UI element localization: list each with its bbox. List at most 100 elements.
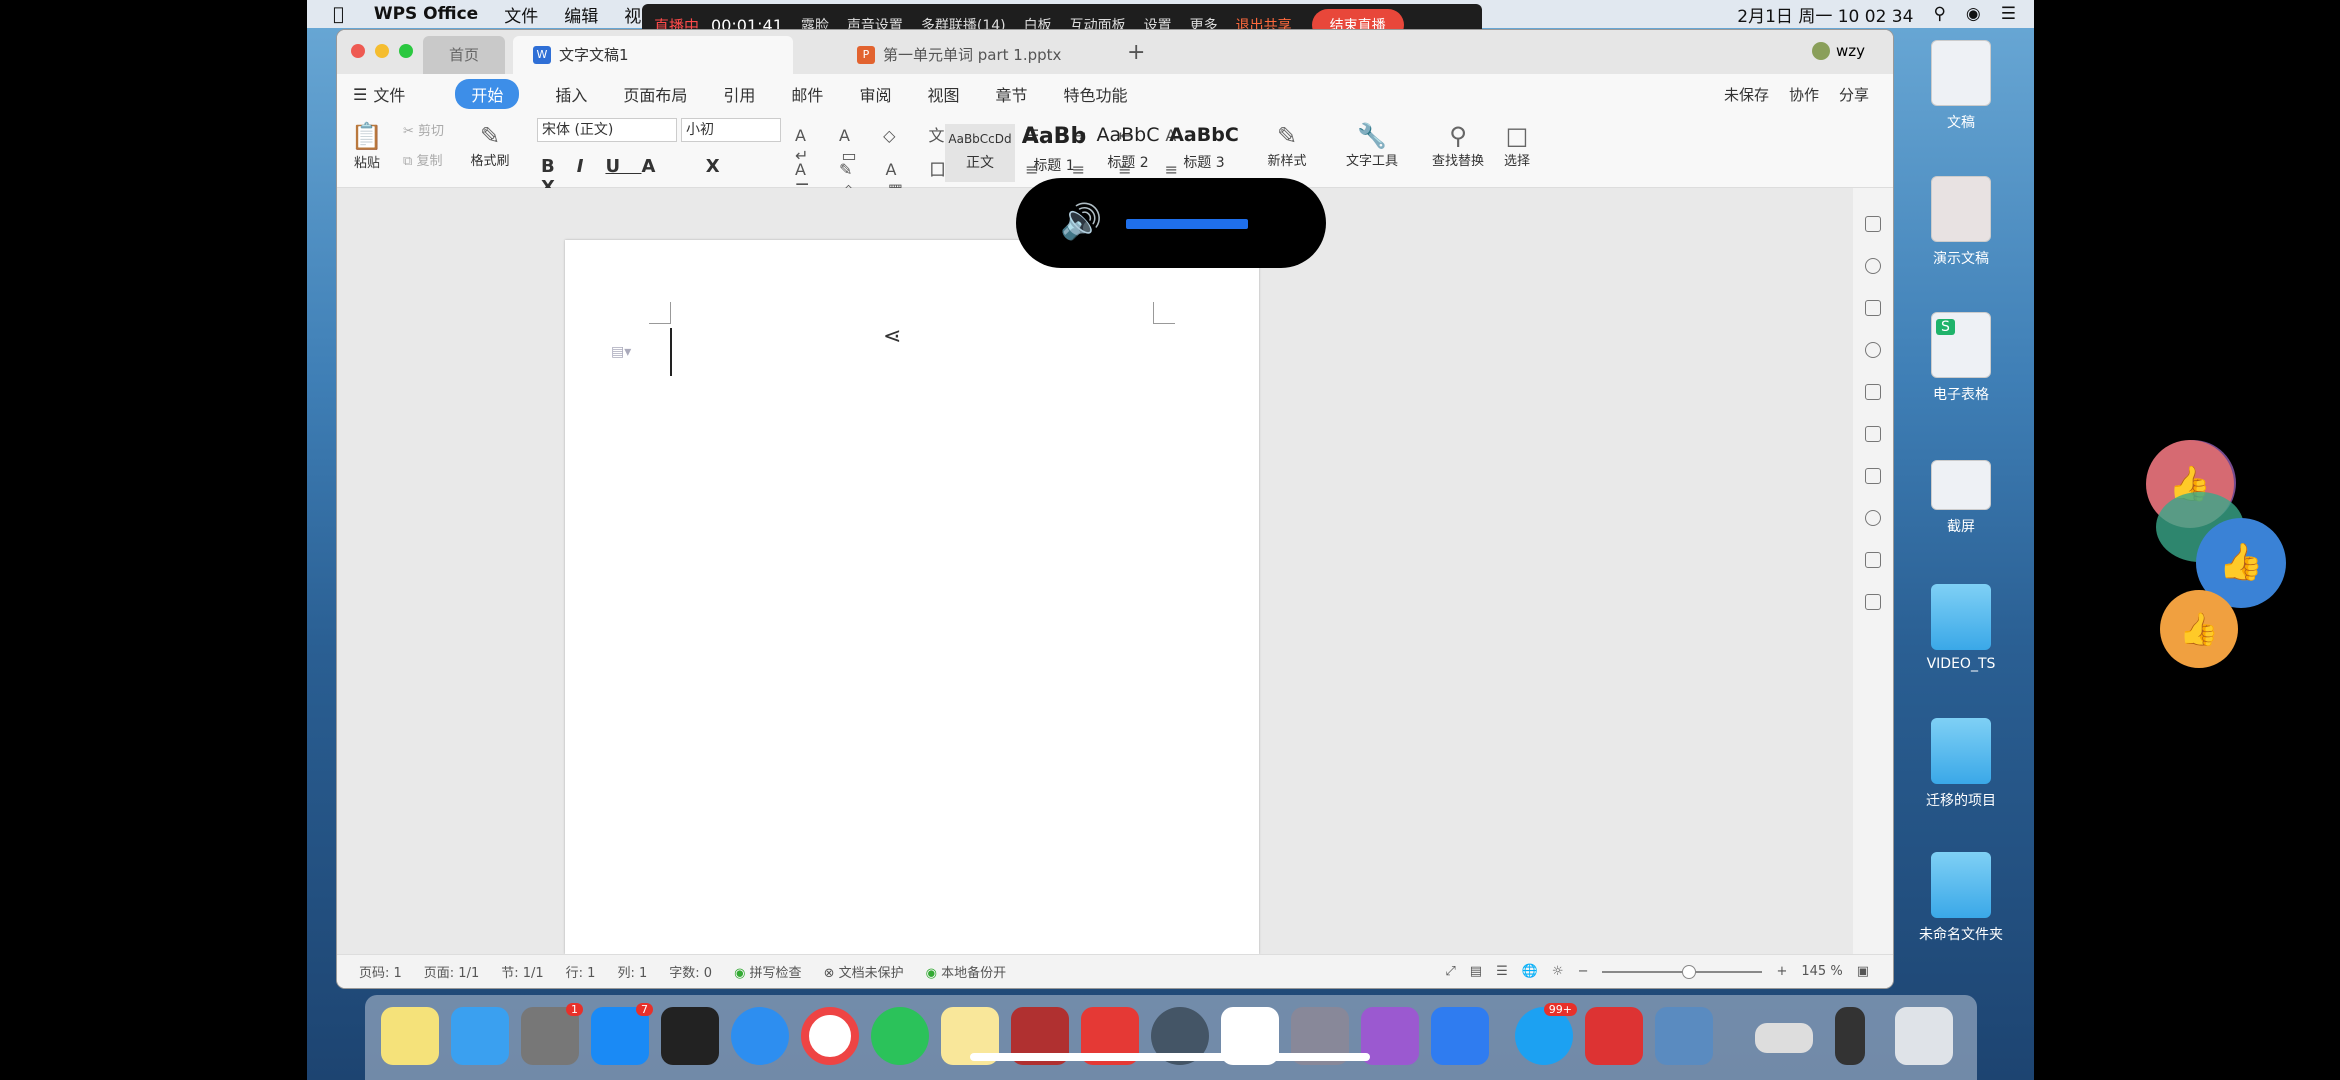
style-normal[interactable]: AaBbCcDd 正文 [945,124,1015,182]
hamburger-icon[interactable]: ☰ [353,85,367,104]
style-icon[interactable] [1865,300,1881,316]
menubar-app-name[interactable]: WPS Office [374,4,478,24]
tab-features[interactable]: 特色功能 [1063,82,1127,106]
tab-mail[interactable]: 邮件 [791,82,823,106]
select-icon: □ [1505,122,1529,150]
activity-monitor-icon[interactable] [661,1007,719,1065]
copy-button[interactable]: ⧉ 复制 [403,150,442,169]
reading-mode-icon[interactable]: ☼ [1552,964,1564,979]
tab-chapter[interactable]: 章节 [995,82,1027,106]
tab-layout[interactable]: 页面布局 [623,82,687,106]
image-icon[interactable] [1865,594,1881,610]
font-size-select[interactable]: 小初 [681,118,781,142]
zoom-in-icon[interactable]: + [1776,964,1787,979]
fullscreen-icon[interactable]: ⤢ [1445,964,1455,979]
style-heading-1[interactable]: AaBb 标题 1 [1021,124,1087,175]
siri-icon[interactable]: ◉ [1966,4,1981,24]
tab-home[interactable]: 首页 [423,36,505,74]
web-view-icon[interactable]: 🌐 [1522,964,1538,979]
tab-review[interactable]: 审阅 [859,82,891,106]
chrome-icon[interactable] [801,1007,859,1065]
history-icon[interactable] [1865,510,1881,526]
safari-icon[interactable] [731,1007,789,1065]
font-family-select[interactable]: 宋体 (正文) [537,118,677,142]
control-center-icon[interactable]: ☰ [2001,4,2016,24]
outline-view-icon[interactable]: ☰ [1496,964,1508,979]
avatar [1811,42,1830,60]
fit-page-icon[interactable]: ▣ [1857,964,1869,979]
unsaved-status[interactable]: 未保存 [1724,84,1769,105]
desktop-item-screenshot[interactable]: 截屏 [1895,446,2027,536]
desktop-item-presentation[interactable]: 演示文稿 [1895,176,2027,268]
tab-insert[interactable]: 插入 [555,82,587,106]
hexagon-icon[interactable] [1865,342,1881,358]
format-painter-button[interactable]: ✎ 格式刷 [465,122,515,169]
copy-icon: ⧉ [403,154,413,169]
menubar-file[interactable]: 文件 [504,2,538,27]
notes-icon[interactable] [381,1007,439,1065]
adjust-icon[interactable] [1865,468,1881,484]
style-heading-2[interactable]: AaBbC 标题 2 [1093,124,1163,172]
spell-check-button[interactable]: ◉ 拼写检查 [734,962,802,981]
portrait-icon[interactable] [1865,552,1881,568]
tab-start[interactable]: 开始 [455,79,520,109]
document-page[interactable]: ▤▾ ⋖ [565,240,1259,954]
backup-button[interactable]: ◉ 本地备份开 [926,962,1007,981]
menu-row: ☰ 文件 开始 插入 页面布局 引用 邮件 审阅 视图 章节 特色功能 未保存 … [337,74,1893,114]
desktop-item-spreadsheet[interactable]: S 电子表格 [1895,312,2027,404]
document-canvas[interactable]: ▤▾ ⋖ [337,188,1893,954]
file-menu[interactable]: 文件 [373,82,405,106]
page-view-icon[interactable]: ▤ [1470,964,1482,979]
menubar-clock[interactable]: 2月1日 周一 10 02 34 [1737,2,1913,27]
cut-button[interactable]: ✂ 剪切 [403,120,444,139]
dock-window-thumbnail[interactable] [1755,1023,1813,1053]
zoom-slider[interactable] [1602,964,1763,979]
pen-icon[interactable] [1865,216,1881,232]
desktop-item-migrated[interactable]: 迁移的项目 [1895,718,2027,810]
desktop-item-untitled-folder[interactable]: 未命名文件夹 [1895,852,2027,944]
minimize-button[interactable] [375,44,389,58]
qq-icon[interactable]: 99+ [1515,1003,1577,1065]
close-button[interactable] [351,44,365,58]
status-words[interactable]: 字数: 0 [669,962,712,981]
maximize-button[interactable] [399,44,413,58]
pdf-reader-icon[interactable] [1585,1007,1643,1065]
paragraph-menu-icon[interactable]: ▤▾ [611,344,631,360]
zoom-slider-knob[interactable] [1682,964,1697,979]
collaborate-button[interactable]: 协作 [1789,84,1819,105]
tab-view[interactable]: 视图 [927,82,959,106]
share-button[interactable]: 分享 [1839,84,1869,105]
new-tab-icon[interactable]: + [1127,40,1145,65]
menubar-edit[interactable]: 编辑 [564,2,598,27]
zoom-out-icon[interactable]: − [1578,964,1589,979]
preview-icon[interactable] [1655,1007,1713,1065]
lock-icon[interactable] [1865,426,1881,442]
tab-document[interactable]: W 文字文稿1 [513,36,793,74]
pointer-icon[interactable] [1865,384,1881,400]
protect-icon: ⊗ [823,966,835,981]
shapes-icon[interactable] [1865,258,1881,274]
wps-icon[interactable] [1431,1007,1489,1065]
paste-button[interactable]: 📋 粘贴 [347,122,387,171]
settings-gear-icon[interactable]: 1 [521,1003,583,1065]
app-store-icon[interactable]: 7 [591,1003,653,1065]
apple-icon[interactable]:  [333,4,344,25]
tab-references[interactable]: 引用 [723,82,755,106]
text-tools-button[interactable]: 🔧 文字工具 [1337,122,1407,169]
finder-icon[interactable] [451,1007,509,1065]
trash-icon[interactable] [1895,1007,1953,1065]
protect-button[interactable]: ⊗ 文档未保护 [824,962,904,981]
tab-presentation[interactable]: P 第一单元单词 part 1.pptx [837,36,1117,74]
find-replace-button[interactable]: ⚲ 查找替换 [1423,122,1493,169]
spotlight-icon[interactable]: ⚲ [1933,4,1945,24]
dock-stack-icon[interactable] [1835,1007,1865,1065]
desktop-item-documents[interactable]: 文稿 [1895,40,2027,132]
select-button[interactable]: □ 选择 [1503,122,1531,169]
user-account[interactable]: wzy [1811,42,1865,60]
desktop-item-video-ts[interactable]: VIDEO_TS [1895,584,2027,672]
wechat-icon[interactable] [871,1007,929,1065]
style-heading-3[interactable]: AaBbC 标题 3 [1169,124,1239,172]
wrench-icon: 🔧 [1357,122,1387,150]
zoom-level[interactable]: 145 % [1801,964,1842,979]
new-style-button[interactable]: ✎ 新样式 [1257,122,1317,169]
